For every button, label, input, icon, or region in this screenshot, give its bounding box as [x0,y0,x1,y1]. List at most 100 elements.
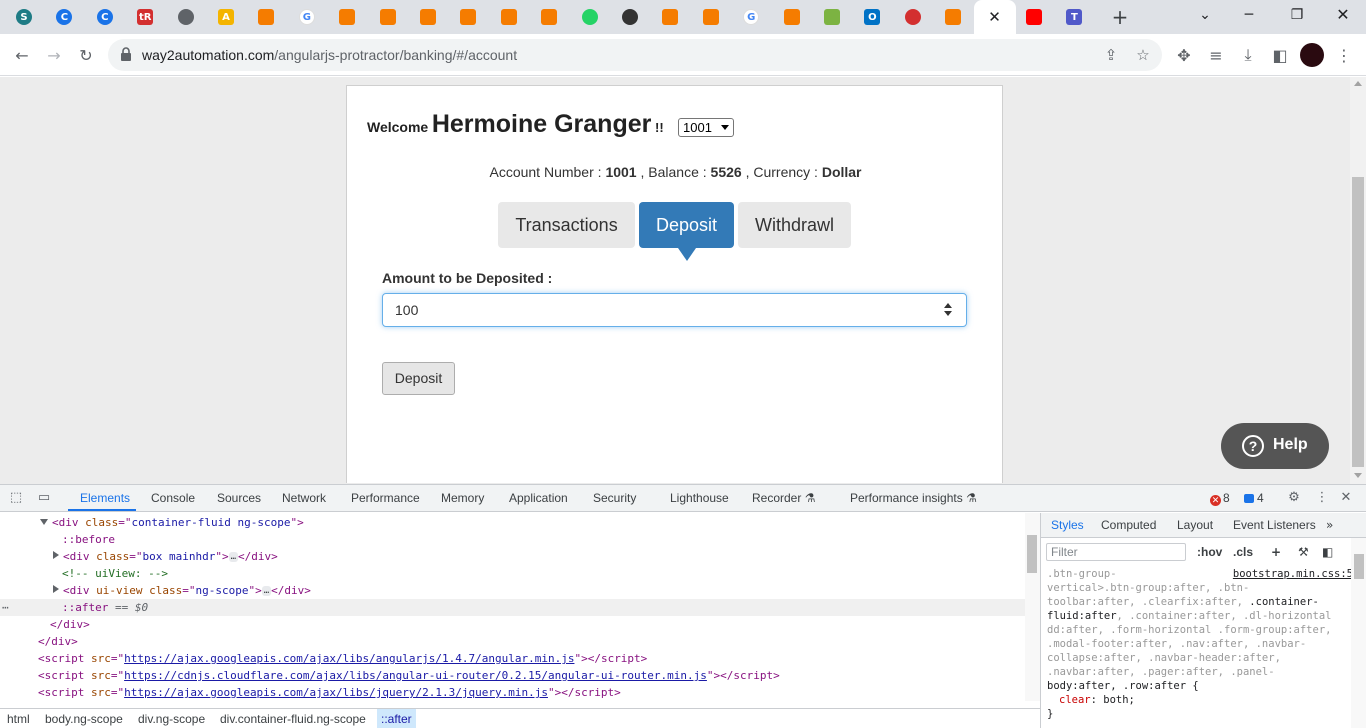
ellipsis-icon[interactable]: … [261,586,272,596]
side-panel-icon[interactable]: ◧ [1267,42,1293,68]
tab-sources[interactable]: Sources [217,491,261,505]
browser-tab[interactable]: C [46,4,82,30]
tab-search-chevron-icon[interactable]: ⌄ [1193,5,1217,25]
breadcrumb-after[interactable]: ::after [377,709,416,728]
account-select[interactable]: 1001 [678,118,734,137]
tab-console[interactable]: Console [151,491,195,505]
browser-tab[interactable]: S [6,4,42,30]
class-toggle[interactable]: .cls [1233,545,1253,559]
help-button[interactable]: ? Help [1221,423,1329,469]
tab-styles[interactable]: Styles [1051,518,1084,532]
dom-node-mainhdr[interactable]: <div class="box mainhdr">… </div> [0,548,1025,565]
browser-tab[interactable]: tR [127,4,163,30]
tab-withdrawl[interactable]: Withdrawl [738,202,851,248]
tab-transactions[interactable]: Transactions [498,202,635,248]
browser-tab[interactable] [410,4,446,30]
browser-tab[interactable] [1016,4,1052,30]
inspect-element-icon[interactable]: ⬚ [8,490,24,506]
tab-performance-insights[interactable]: Performance insights ⚗ [850,491,977,505]
scroll-down-icon[interactable] [1354,473,1362,478]
restore-icon[interactable]: ❐ [1285,5,1309,25]
back-icon[interactable]: ← [9,42,35,68]
breadcrumb-html[interactable]: html [7,712,30,726]
dom-node-script-jquery[interactable]: <script src="https://ajax.googleapis.com… [0,684,1025,701]
browser-tab[interactable] [491,4,527,30]
browser-tab[interactable]: O [854,4,890,30]
browser-tab[interactable]: G [289,4,325,30]
browser-tab[interactable]: T [1056,4,1092,30]
css-rule[interactable]: bootstrap.min.css:5 .btn-group- vertical… [1047,567,1353,721]
scroll-up-icon[interactable] [1354,81,1362,86]
tab-layout[interactable]: Layout [1177,518,1213,532]
browser-tab[interactable] [895,4,931,30]
deposit-submit-button[interactable]: Deposit [382,362,455,395]
dom-node-script-angular[interactable]: <script src="https://ajax.googleapis.com… [0,650,1025,667]
dom-node-after-selected[interactable]: ⋯::after == $0 [0,599,1025,616]
styles-filter-input[interactable]: Filter [1046,543,1186,561]
device-toolbar-icon[interactable]: ▭ [36,490,52,506]
forward-icon[interactable]: → [41,42,67,68]
browser-tab[interactable] [248,4,284,30]
dom-node-close-div[interactable]: </div> [0,633,1025,650]
browser-tab[interactable] [531,4,567,30]
browser-tab[interactable] [652,4,688,30]
script-link[interactable]: https://ajax.googleapis.com/ajax/libs/an… [124,652,574,665]
dom-node-ui-view[interactable]: <div ui-view class="ng-scope">… </div> [0,582,1025,599]
dom-node-script-ui-router[interactable]: <script src="https://cdnjs.cloudflare.co… [0,667,1025,684]
ellipsis-icon[interactable]: … [228,552,239,562]
styles-scrollbar[interactable] [1351,538,1366,728]
expand-triangle-icon[interactable] [53,585,59,593]
hover-state-toggle[interactable]: :hov [1197,545,1222,559]
close-icon[interactable]: ✕ [988,8,1001,26]
tab-security[interactable]: Security [593,491,636,505]
tab-computed[interactable]: Computed [1101,518,1156,532]
breadcrumb-body[interactable]: body.ng-scope [45,712,123,726]
browser-tab[interactable] [612,4,648,30]
devtools-menu-icon[interactable]: ⋮ [1314,490,1330,506]
browser-tab[interactable] [168,4,204,30]
browser-tab[interactable] [329,4,365,30]
number-spinner-icon[interactable] [944,303,952,317]
devtools-close-icon[interactable]: ✕ [1338,490,1354,506]
error-count-badge[interactable]: ✕ 8 [1210,491,1230,506]
add-rule-icon[interactable]: + [1271,545,1281,559]
collapse-triangle-icon[interactable] [40,519,48,525]
breadcrumb-div-ng-scope[interactable]: div.ng-scope [138,712,205,726]
paint-brush-icon[interactable]: ⚒ [1298,545,1309,559]
media-queue-icon[interactable]: ≡ [1203,42,1229,68]
script-link[interactable]: https://cdnjs.cloudflare.com/ajax/libs/a… [124,669,707,682]
browser-tab[interactable] [935,4,971,30]
dom-scrollbar[interactable] [1025,513,1040,701]
minimize-icon[interactable]: ─ [1237,5,1261,25]
tab-network[interactable]: Network [282,491,326,505]
more-tabs-icon[interactable]: » [1326,518,1333,532]
tab-lighthouse[interactable]: Lighthouse [670,491,729,505]
breadcrumb-div-container-fluid[interactable]: div.container-fluid.ng-scope [220,712,366,726]
css-source-link[interactable]: bootstrap.min.css:5 [1233,567,1353,581]
dom-node-container-fluid[interactable]: <div class="container-fluid ng-scope"> [0,514,1025,531]
share-icon[interactable]: ⇪ [1101,45,1121,65]
amount-input[interactable]: 100 [382,293,967,327]
browser-tab[interactable] [774,4,810,30]
tab-active[interactable]: ✕ [973,0,1016,34]
dom-node-before[interactable]: ::before [0,531,1025,548]
scrollbar-thumb[interactable] [1027,535,1037,573]
tab-elements[interactable]: Elements [80,491,130,505]
dom-tree[interactable]: <div class="container-fluid ng-scope"> :… [0,513,1025,711]
tab-recorder[interactable]: Recorder ⚗ [752,491,815,505]
tab-memory[interactable]: Memory [441,491,484,505]
browser-tab[interactable] [370,4,406,30]
scrollbar-thumb[interactable] [1352,177,1364,467]
scrollbar-thumb[interactable] [1354,554,1364,579]
expand-triangle-icon[interactable] [53,551,59,559]
browser-tab[interactable] [450,4,486,30]
download-icon[interactable]: ⤓ [1235,42,1261,68]
message-count-badge[interactable]: 4 [1244,491,1264,505]
tab-application[interactable]: Application [509,491,568,505]
browser-tab[interactable] [572,4,608,30]
browser-tab[interactable]: G [733,4,769,30]
script-link[interactable]: https://ajax.googleapis.com/ajax/libs/jq… [124,686,548,699]
address-bar[interactable]: way2automation.com/angularjs-protractor/… [108,39,1162,71]
extensions-icon[interactable]: ✥ [1171,42,1197,68]
css-declaration[interactable]: clear: both; [1047,693,1347,707]
